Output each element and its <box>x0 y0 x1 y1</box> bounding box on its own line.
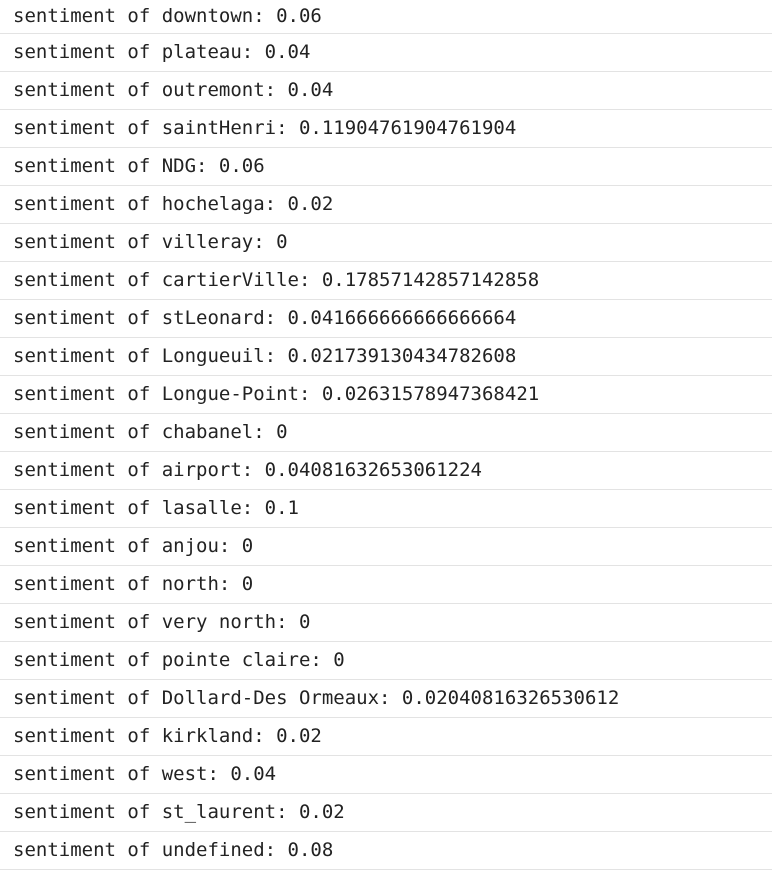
log-line-st-laurent: sentiment of st_laurent: 0.02 <box>0 794 772 832</box>
log-line-west: sentiment of west: 0.04 <box>0 756 772 794</box>
log-line-kirkland: sentiment of kirkland: 0.02 <box>0 718 772 756</box>
console-output: sentiment of downtown: 0.06 sentiment of… <box>0 0 772 874</box>
log-line-st-leonard: sentiment of stLeonard: 0.04166666666666… <box>0 300 772 338</box>
log-line-dollard-des-ormeaux: sentiment of Dollard-Des Ormeaux: 0.0204… <box>0 680 772 718</box>
log-line-undefined: sentiment of undefined: 0.08 <box>0 832 772 870</box>
log-line-anjou: sentiment of anjou: 0 <box>0 528 772 566</box>
log-line-ndg: sentiment of NDG: 0.06 <box>0 148 772 186</box>
log-line-saint-henri: sentiment of saintHenri: 0.1190476190476… <box>0 110 772 148</box>
log-line-downtown: sentiment of downtown: 0.06 <box>0 0 772 34</box>
log-line-lasalle: sentiment of lasalle: 0.1 <box>0 490 772 528</box>
log-line-airport: sentiment of airport: 0.0408163265306122… <box>0 452 772 490</box>
log-line-very-north: sentiment of very north: 0 <box>0 604 772 642</box>
log-line-pointe-claire: sentiment of pointe claire: 0 <box>0 642 772 680</box>
log-line-outremont: sentiment of outremont: 0.04 <box>0 72 772 110</box>
log-line-cartier-ville: sentiment of cartierVille: 0.17857142857… <box>0 262 772 300</box>
log-line-plateau: sentiment of plateau: 0.04 <box>0 34 772 72</box>
log-line-chabanel: sentiment of chabanel: 0 <box>0 414 772 452</box>
log-line-hochelaga: sentiment of hochelaga: 0.02 <box>0 186 772 224</box>
log-line-longue-point: sentiment of Longue-Point: 0.02631578947… <box>0 376 772 414</box>
log-line-north: sentiment of north: 0 <box>0 566 772 604</box>
log-line-longueuil: sentiment of Longueuil: 0.02173913043478… <box>0 338 772 376</box>
log-line-villeray: sentiment of villeray: 0 <box>0 224 772 262</box>
